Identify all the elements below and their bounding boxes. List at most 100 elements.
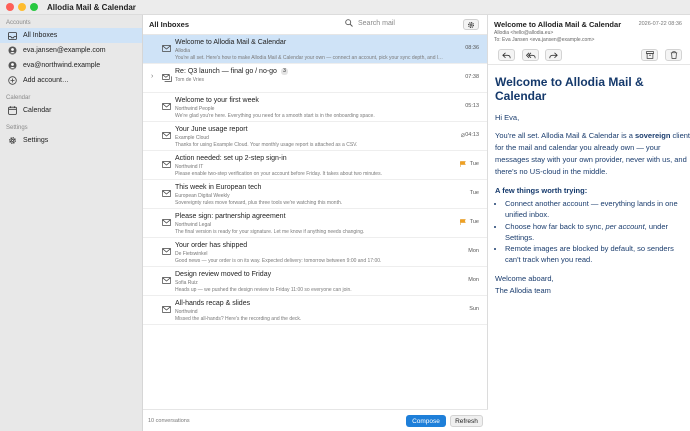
list-item[interactable]: This week in European tech European Digit… [143,180,487,209]
inbox-icon [8,31,17,40]
reply-icon [502,52,511,58]
tip-text: Choose how far back to sync, [505,221,606,231]
search-field[interactable]: Search mail [345,19,395,27]
minimize-window-button[interactable] [18,3,26,11]
message-from: Allodia <hello@allodia.eu> [494,30,554,36]
close-window-button[interactable] [6,3,14,11]
message-subject: Re: Q3 launch — final go / no-go 3 [175,68,288,75]
title-bar: Allodia Mail & Calendar [0,0,690,15]
subject-text: Welcome to your first week [175,97,259,104]
list-item[interactable]: Design review moved to Friday Sofia Ruiz H… [143,267,487,296]
reply-button[interactable] [498,49,515,61]
list-item[interactable]: Action needed: set up 2-step sign-in Nort… [143,151,487,180]
sidebar-item-label: eva@northwind.example [23,62,101,69]
list-item[interactable]: Your order has shipped De Fietswinkel Good… [143,238,487,267]
sidebar-item-account-eva-jansen[interactable]: eva.jansen@example.com [0,43,142,58]
message-sender: Northwind People [175,106,215,112]
message-signoff: Welcome aboard, [495,273,554,283]
zoom-window-button[interactable] [30,3,38,11]
message-subject: Welcome to Allodia Mail & Calendar [494,20,622,29]
message-sender: Northwind IT [175,164,204,170]
list-item[interactable]: Welcome to your first week Northwind Peop… [143,93,487,122]
forward-button[interactable] [545,49,562,61]
message-subject: Your June usage report [175,126,248,133]
envelope-icon [162,45,171,52]
compose-button[interactable]: Compose [406,415,446,427]
tip-item: Connect another account — everything lan… [505,198,690,221]
message-list-pane: All Inboxes Search mail Welcome to Allod… [143,15,488,431]
message-time: 07:38 [465,74,479,80]
message-preview: Please enable two-step verification on y… [175,171,382,177]
trash-icon [670,51,677,59]
list-item[interactable]: Welcome to Allodia Mail & Calendar Allodi… [143,35,487,64]
app-title: Allodia Mail & Calendar [47,2,136,12]
message-sender: Allodia [175,48,191,54]
message-to: To: Eva Jansen <eva.jansen@example.com> [494,37,595,43]
intro-bold: sovereign [634,131,671,140]
envelope-icon [162,103,171,110]
sidebar-item-label: Add account… [23,77,69,84]
gear-icon [467,21,475,28]
tips-heading: A few things worth trying: [495,186,588,195]
reading-pane: Welcome to Allodia Mail & Calendar 2026-… [488,15,690,431]
settings-section-label: Settings [6,125,28,131]
account-icon [8,61,17,70]
list-item[interactable]: › Re: Q3 launch — final go / no-go 3 Tom de… [143,64,487,93]
message-time: 08:36 [465,45,479,51]
message-time: Tue [469,219,479,225]
tips-list: Connect another account — everything lan… [495,198,690,266]
account-icon [8,46,17,55]
message-subject: Please sign: partnership agreement [175,213,286,220]
archive-button[interactable] [641,49,658,61]
message-preview: Good news — your order is on its way. Ex… [175,258,382,264]
message-sender: European Digital Weekly [175,193,230,199]
subject-text: Design review moved to Friday [175,271,272,278]
list-settings-button[interactable] [463,19,479,30]
sidebar-item-add-account[interactable]: Add account… [0,73,142,88]
message-toolbar [488,47,690,65]
intro-text: You're all set. Allodia Mail & Calendar … [495,131,635,140]
refresh-button[interactable]: Refresh [450,415,483,427]
message-greeting: Hi Eva, [495,113,520,122]
message-intro: You're all set. Allodia Mail & Calendar … [495,130,690,178]
forward-icon [549,52,558,58]
message-time: Tue [469,161,479,167]
envelope-icon [162,277,171,284]
tip-item: Choose how far back to sync, per account… [505,221,690,244]
sidebar-item-account-eva-northwind[interactable]: eva@northwind.example [0,58,142,73]
sidebar-item-settings[interactable]: Settings [0,133,142,148]
message-time: Mon [468,277,479,283]
subject-text: Your order has shipped [175,242,248,249]
list-item[interactable]: All-hands recap & slides Northwind Missed … [143,296,487,325]
message-sender: Sofia Ruiz [175,280,198,286]
calendar-section-label: Calendar [6,95,31,101]
list-item[interactable]: Your June usage report Example Cloud Thank… [143,122,487,151]
search-input[interactable]: Search mail [358,20,395,27]
message-preview: Missed the all-hands? Here's the recordi… [175,316,302,322]
message-preview: We're glad you're here. Everything you n… [175,113,375,119]
message-subject: Welcome to Allodia Mail & Calendar [175,39,286,46]
archive-icon [645,51,654,59]
flag-icon[interactable] [460,219,466,225]
reply-all-button[interactable] [522,49,539,61]
sidebar-item-all-inboxes[interactable]: All Inboxes [0,28,142,43]
sidebar: Accounts All Inboxes eva.jansen@example.… [0,15,143,431]
message-list-footer: 10 conversations Compose Refresh [143,409,488,431]
list-item[interactable]: Please sign: partnership agreement Northw… [143,209,487,238]
message-rows: Welcome to Allodia Mail & Calendar Allodi… [143,35,487,325]
chevron-right-icon[interactable]: › [151,73,153,80]
envelope-icon [162,248,171,255]
sidebar-item-calendar[interactable]: Calendar [0,103,142,118]
delete-button[interactable] [665,49,682,61]
message-sender: De Fietswinkel [175,251,208,257]
flag-icon[interactable] [460,161,466,167]
message-sender: Tom de Vries [175,77,204,83]
message-subject: Action needed: set up 2-step sign-in [175,155,287,162]
thread-icon [162,74,172,82]
calendar-icon [8,106,17,115]
message-sender: Example Cloud [175,135,209,141]
envelope-icon [162,132,171,139]
message-subject: All-hands recap & slides [175,300,250,307]
subject-text: All-hands recap & slides [175,300,251,307]
subject-text: Please sign: partnership agreement [175,213,286,220]
